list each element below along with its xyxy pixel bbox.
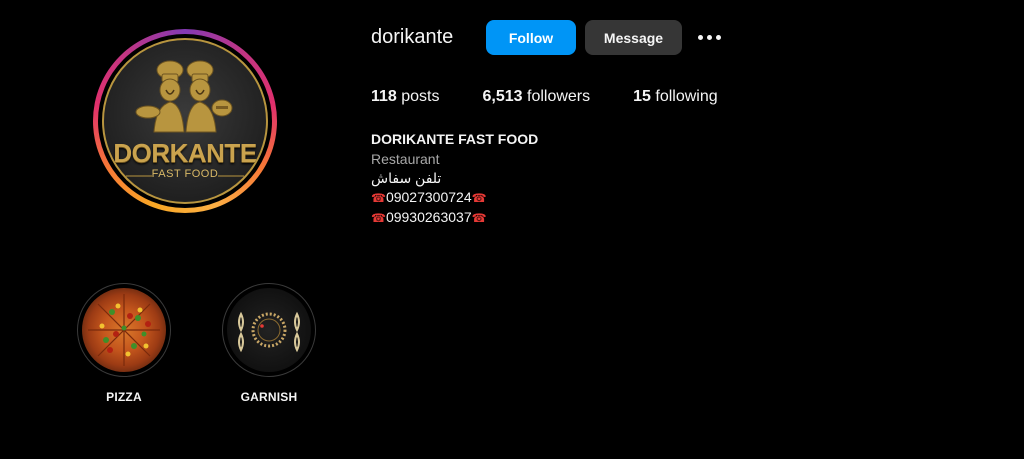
more-dot [697, 34, 703, 40]
following-label: following [650, 88, 718, 105]
highlight-label: GARNISH [240, 390, 298, 404]
following-count: 15 [633, 88, 651, 105]
profile-page: DORKANTE FAST FOOD dorikante Follow Mess… [0, 0, 1024, 459]
garnish-thumbnail-icon [227, 288, 311, 372]
avatar-logo-subtext: FAST FOOD [151, 168, 219, 180]
profile-avatar-story-ring[interactable]: DORKANTE FAST FOOD [93, 29, 277, 213]
highlight-garnish[interactable]: GARNISH [222, 283, 316, 404]
more-dot [706, 34, 712, 40]
bio-phone-line-2: ☎09930263037☎ [371, 208, 771, 228]
more-dot [715, 34, 721, 40]
highlight-label: PIZZA [106, 390, 142, 404]
profile-bio: DORIKANTE FAST FOOD Restaurant تلفن سفاش… [371, 130, 771, 228]
profile-username: dorikante [371, 26, 454, 48]
bio-full-name: DORIKANTE FAST FOOD [371, 131, 539, 147]
highlight-ring [222, 283, 316, 377]
profile-stats: 118 posts 6,513 followers 15 following [371, 88, 761, 106]
highlight-pizza[interactable]: PIZZA [77, 283, 171, 404]
bio-phone-1: 09027300724 [385, 189, 472, 205]
avatar-ring-gap: DORKANTE FAST FOOD [98, 34, 272, 208]
bio-phone-2: 09930263037 [385, 209, 472, 225]
avatar-logo-text: DORKANTE [113, 138, 257, 168]
followers-count: 6,513 [482, 88, 523, 105]
telephone-icon: ☎ [371, 211, 386, 225]
profile-avatar: DORKANTE FAST FOOD [102, 38, 268, 204]
highlight-ring [77, 283, 171, 377]
bio-text-line: تلفن سفاش [371, 170, 442, 186]
pizza-toppings-art [88, 294, 160, 366]
telephone-icon: ☎ [471, 211, 487, 225]
posts-label: posts [396, 88, 440, 105]
more-options-icon[interactable] [694, 27, 724, 47]
garnish-art [238, 311, 300, 353]
followers-stat[interactable]: 6,513 followers [483, 88, 591, 106]
message-button[interactable]: Message [585, 20, 682, 55]
follow-button[interactable]: Follow [486, 20, 576, 55]
bio-phone-line-1: ☎09027300724☎ [371, 188, 771, 208]
bio-category: Restaurant [371, 151, 440, 167]
telephone-icon: ☎ [471, 191, 487, 205]
pizza-thumbnail-icon [82, 288, 166, 372]
posts-count: 118 [371, 88, 397, 105]
followers-label: followers [522, 88, 591, 105]
following-stat[interactable]: 15 following [633, 88, 718, 106]
telephone-icon: ☎ [371, 191, 386, 205]
posts-stat: 118 posts [371, 88, 440, 106]
